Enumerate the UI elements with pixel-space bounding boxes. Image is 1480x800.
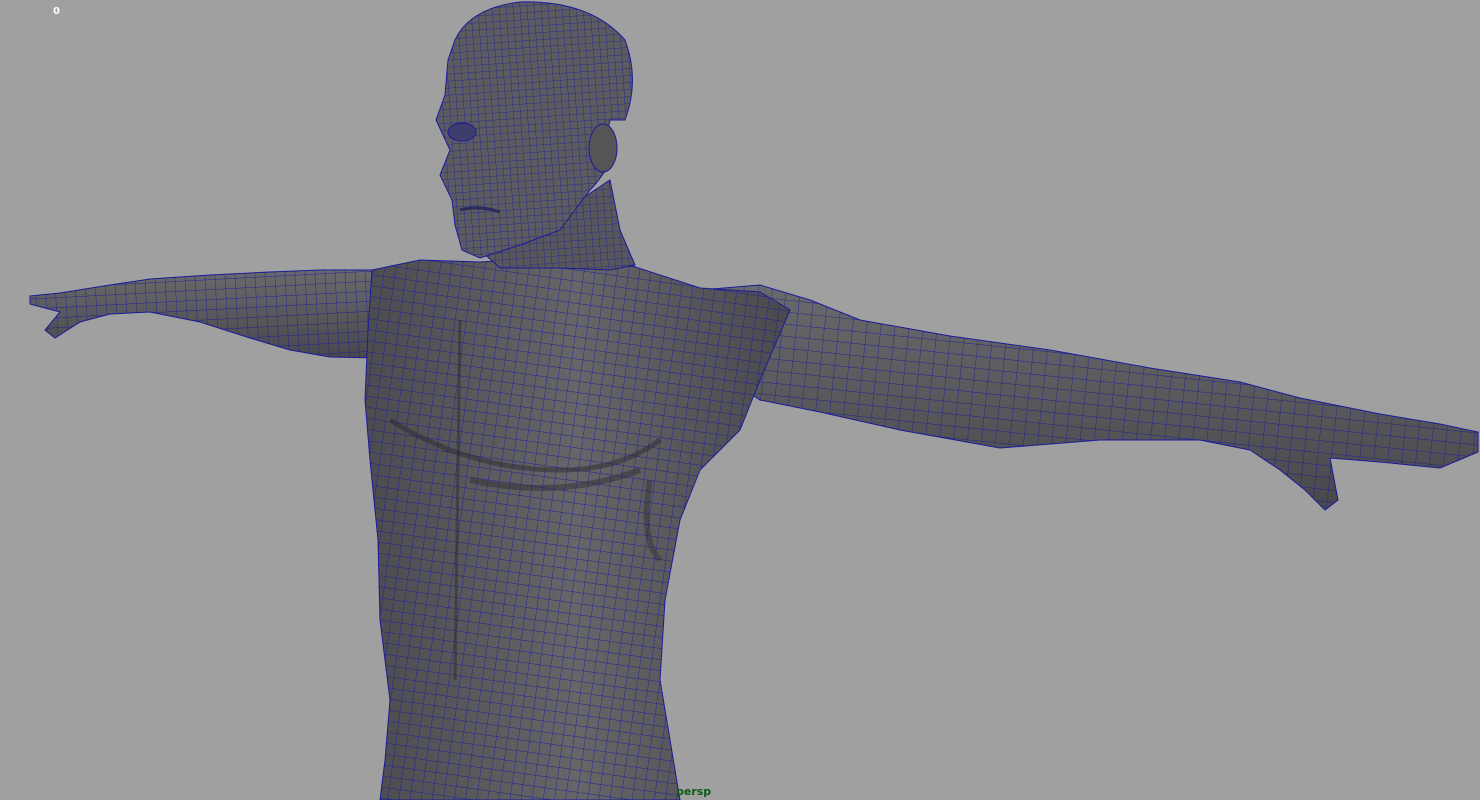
right-arm-mesh — [699, 284, 1479, 511]
character-mesh[interactable] — [0, 0, 1480, 800]
3d-viewport[interactable]: 0 persp — [0, 0, 1480, 800]
frame-counter: 0 — [53, 6, 60, 17]
ear-mesh — [588, 123, 618, 173]
left-arm-mesh — [29, 269, 386, 359]
torso-mesh — [364, 257, 791, 800]
camera-name-label: persp — [676, 785, 712, 798]
eye-mesh — [447, 122, 477, 142]
